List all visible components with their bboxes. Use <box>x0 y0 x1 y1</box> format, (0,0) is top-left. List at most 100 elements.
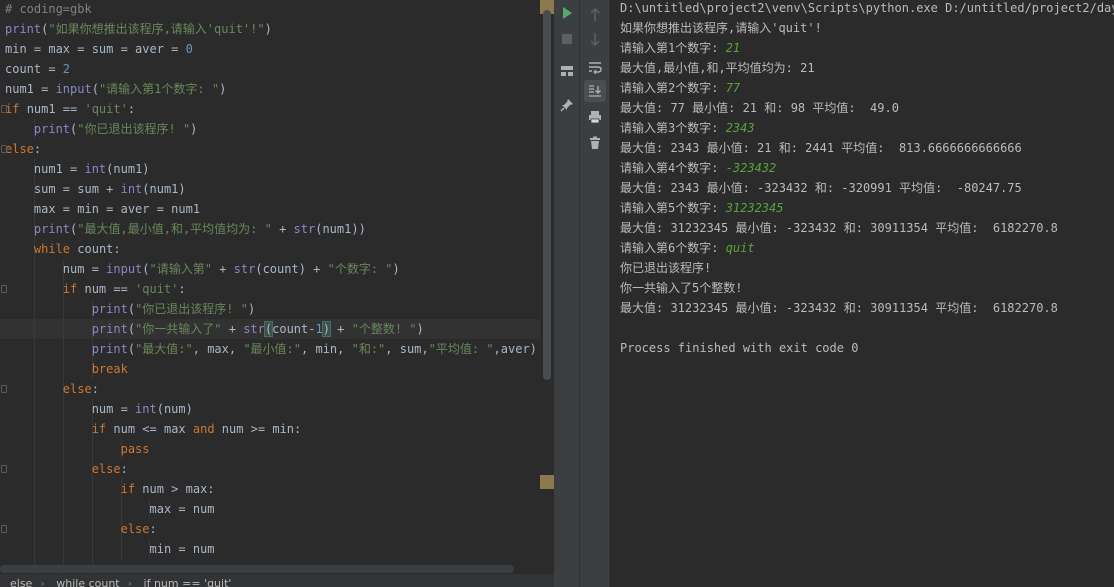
code-line[interactable]: sum = sum + int(num1) <box>0 179 540 199</box>
code-token: num >= min: <box>221 422 302 436</box>
code-token: ) <box>190 122 198 136</box>
breadcrumb-item[interactable]: if num == 'quit' <box>144 577 232 587</box>
code-line[interactable]: else: <box>0 139 540 159</box>
code-editor[interactable]: # coding=gbk print("如果你想推出该程序,请输入'quit'!"… <box>0 0 554 587</box>
console-user-input: 77 <box>725 81 741 95</box>
console-line: 请输入第3个数字: 2343 <box>620 118 755 138</box>
code-token: + <box>271 222 294 236</box>
code-line[interactable]: min = max = sum = aver = 0 <box>0 39 540 59</box>
console-text: 最大值: 31232345 最小值: -323432 和: 30911354 平… <box>620 301 1058 315</box>
code-token: : <box>149 522 157 536</box>
restore-layout-button[interactable] <box>556 60 578 82</box>
console-text: 请输入第2个数字: <box>620 81 726 95</box>
code-line[interactable]: min = num <box>0 539 540 559</box>
code-line[interactable]: else: <box>0 379 540 399</box>
pin-tab-button[interactable] <box>556 94 578 116</box>
code-token: "你一共输入了" <box>135 322 222 336</box>
code-line[interactable]: max = num <box>0 499 540 519</box>
code-token: ( <box>91 82 99 96</box>
code-line[interactable]: if num > max: <box>0 479 540 499</box>
code-token: if <box>120 482 143 496</box>
code-line[interactable]: # coding=gbk <box>0 0 540 19</box>
code-token: + <box>329 322 352 336</box>
previous-occurrence-button[interactable] <box>584 4 606 26</box>
breadcrumb-item[interactable]: while count <box>56 577 119 587</box>
code-line[interactable]: print("你已退出该程序! ") <box>0 299 540 319</box>
warning-stripe[interactable] <box>540 475 554 489</box>
code-token: ) <box>247 302 256 316</box>
code-line[interactable]: num = int(num) <box>0 399 540 419</box>
code-token: ) <box>219 82 227 96</box>
run-toolbar-left <box>554 0 580 587</box>
code-line[interactable]: else: <box>0 519 540 539</box>
rerun-button[interactable] <box>556 2 578 24</box>
code-line[interactable]: else: <box>0 459 540 479</box>
code-token: "和:" <box>351 342 386 356</box>
code-token: if <box>91 422 114 436</box>
code-line[interactable]: print("如果你想推出该程序,请输入'quit'!") <box>0 19 540 39</box>
code-token: str <box>243 322 265 336</box>
stop-button[interactable] <box>556 28 578 50</box>
console-line: 最大值: 77 最小值: 21 和: 98 平均值: 49.0 <box>620 98 899 118</box>
code-token: pass <box>120 442 150 456</box>
code-token: print <box>91 322 128 336</box>
code-line[interactable]: count = 2 <box>0 59 540 79</box>
scroll-to-end-button[interactable] <box>584 80 606 102</box>
console-line: 最大值: 2343 最小值: -323432 和: -320991 平均值: -… <box>620 178 1022 198</box>
code-line[interactable]: num = input("请输入第" + str(count) + "个数字: … <box>0 259 540 279</box>
code-token: num = <box>5 402 136 416</box>
code-token: num = <box>5 262 107 276</box>
editor-vertical-scrollbar[interactable] <box>540 0 554 587</box>
console-text: 你已退出该程序! <box>620 261 712 275</box>
code-line[interactable]: print("你一共输入了" + str(count-1) + "个整数! ") <box>0 319 540 339</box>
code-line[interactable]: pass <box>0 439 540 459</box>
console-line: 如果你想推出该程序,请输入'quit'! <box>620 18 822 38</box>
code-token: ) <box>392 262 400 276</box>
console-user-input: 2343 <box>725 121 755 135</box>
code-token: if <box>62 282 85 296</box>
fold-marker-icon[interactable] <box>1 465 7 473</box>
breadcrumb-item[interactable]: else <box>10 577 32 587</box>
code-line[interactable]: if num == 'quit': <box>0 279 540 299</box>
print-button[interactable] <box>584 106 606 128</box>
console-output[interactable]: D:\untitled\project2\venv\Scripts\python… <box>620 0 1114 587</box>
code-token: "你已退出该程序! " <box>135 302 248 316</box>
code-token: print <box>91 302 128 316</box>
code-token: "最大值:" <box>135 342 193 356</box>
editor-scroll-thumb[interactable] <box>543 10 551 380</box>
fold-marker-icon[interactable] <box>1 525 7 533</box>
console-text: 请输入第1个数字: <box>620 41 726 55</box>
code-token: ) <box>264 22 272 36</box>
code-token: "请输入第1个数字: " <box>98 82 220 96</box>
code-line[interactable]: print("你已退出该程序! ") <box>0 119 540 139</box>
code-token: int <box>135 402 157 416</box>
code-token: ) <box>416 322 424 336</box>
console-text: 你一共输入了5个整数! <box>620 281 743 295</box>
code-token: count- <box>272 322 316 336</box>
code-line[interactable]: num1 = input("请输入第1个数字: ") <box>0 79 540 99</box>
code-line[interactable]: max = min = aver = num1 <box>0 199 540 219</box>
editor-horizontal-scrollbar[interactable] <box>0 565 514 573</box>
fold-marker-icon[interactable] <box>1 285 7 293</box>
code-line[interactable]: print("最大值:", max, "最小值:", min, "和:", su… <box>0 339 540 359</box>
console-line: 最大值: 2343 最小值: 21 和: 2441 平均值: 813.66666… <box>620 138 1022 158</box>
code-line[interactable]: num1 = int(num1) <box>0 159 540 179</box>
code-line[interactable]: break <box>0 359 540 379</box>
fold-marker-icon[interactable] <box>1 145 7 153</box>
clear-all-button[interactable] <box>584 132 606 154</box>
soft-wrap-button[interactable] <box>584 56 606 78</box>
code-token: , max, <box>192 342 244 356</box>
next-occurrence-button[interactable] <box>584 28 606 50</box>
code-token: (num1) <box>142 182 186 196</box>
layout-icon <box>561 66 573 76</box>
breadcrumb-separator: › <box>127 577 133 587</box>
fold-marker-icon[interactable] <box>1 105 7 113</box>
fold-marker-icon[interactable] <box>1 385 7 393</box>
code-line[interactable]: print("最大值,最小值,和,平均值均为: " + str(num1)) <box>0 219 540 239</box>
code-line[interactable]: if num <= max and num >= min: <box>0 419 540 439</box>
code-line[interactable]: if num1 == 'quit': <box>0 99 540 119</box>
code-line[interactable]: while count: <box>0 239 540 259</box>
